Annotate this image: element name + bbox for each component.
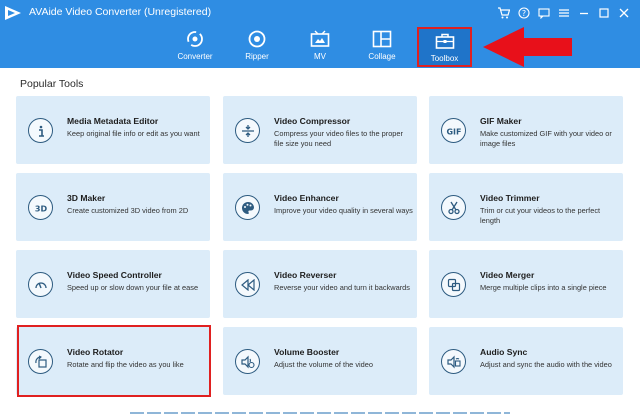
gif-icon: GIF xyxy=(441,118,466,143)
app-logo-icon xyxy=(5,6,21,20)
tool-name: Video Merger xyxy=(480,270,535,280)
menu-icon[interactable] xyxy=(555,4,572,21)
tab-label: Converter xyxy=(177,52,213,61)
tab-converter[interactable]: Converter xyxy=(167,29,223,67)
tool-description: Make customized GIF with your video or i… xyxy=(480,129,612,148)
tool-description: Improve your video quality in several wa… xyxy=(274,206,413,215)
tool-card-volume-booster[interactable]: Volume Booster Adjust the volume of the … xyxy=(223,327,417,395)
scissors-icon xyxy=(441,195,466,220)
tool-description: Create customized 3D video from 2D xyxy=(67,206,189,215)
tool-name: Video Trimmer xyxy=(480,193,540,203)
section-title: Popular Tools xyxy=(20,78,84,90)
tab-label: Toolbox xyxy=(430,54,459,63)
tool-description: Compress your video files to the proper … xyxy=(274,129,403,148)
tab-label: Collage xyxy=(368,52,396,61)
window-controls: ? xyxy=(492,4,632,21)
3d-icon: 3D xyxy=(28,195,53,220)
tool-description: Speed up or slow down your file at ease xyxy=(67,283,199,292)
tool-card-video-reverser[interactable]: Video Reverser Reverse your video and tu… xyxy=(223,250,417,318)
speedometer-icon xyxy=(28,272,53,297)
tool-description: Keep original file info or edit as you w… xyxy=(67,129,200,138)
tool-name: Video Reverser xyxy=(274,270,337,280)
help-icon[interactable]: ? xyxy=(515,4,532,21)
svg-text:?: ? xyxy=(521,9,525,18)
tool-card-media-metadata-editor[interactable]: Media Metadata Editor Keep original file… xyxy=(16,96,210,164)
compress-icon xyxy=(235,118,260,143)
ripper-icon xyxy=(246,29,268,49)
tool-name: Volume Booster xyxy=(274,347,340,357)
svg-text:GIF: GIF xyxy=(446,127,461,136)
tool-description: Adjust and sync the audio with the video xyxy=(480,360,612,369)
maximize-icon[interactable] xyxy=(595,4,612,21)
annotation-arrow-icon xyxy=(483,27,572,67)
tab-label: Ripper xyxy=(245,52,269,61)
merge-icon xyxy=(441,272,466,297)
feedback-icon[interactable] xyxy=(535,4,552,21)
tool-card-video-speed-controller[interactable]: Video Speed Controller Speed up or slow … xyxy=(16,250,210,318)
tool-description: Trim or cut your videos to the perfect l… xyxy=(480,206,601,225)
tool-description: Reverse your video and turn it backwards xyxy=(274,283,410,292)
svg-text:3D: 3D xyxy=(34,204,47,213)
tool-card-audio-sync[interactable]: Audio Sync Adjust and sync the audio wit… xyxy=(429,327,623,395)
tab-collage[interactable]: Collage xyxy=(354,29,410,67)
cart-icon[interactable] xyxy=(495,4,512,21)
tool-name: Audio Sync xyxy=(480,347,528,357)
palette-icon xyxy=(235,195,260,220)
volume-icon xyxy=(235,349,260,374)
audio-sync-icon xyxy=(441,349,466,374)
tool-card-video-merger[interactable]: Video Merger Merge multiple clips into a… xyxy=(429,250,623,318)
tab-toolbox[interactable]: Toolbox xyxy=(417,27,472,67)
tab-ripper[interactable]: Ripper xyxy=(229,29,285,67)
bottom-edge-line xyxy=(130,412,510,414)
tool-name: Video Enhancer xyxy=(274,193,339,203)
tool-name: Media Metadata Editor xyxy=(67,116,159,126)
tool-name: Video Compressor xyxy=(274,116,351,126)
tool-card-video-compressor[interactable]: Video Compressor Compress your video fil… xyxy=(223,96,417,164)
tool-card-video-enhancer[interactable]: Video Enhancer Improve your video qualit… xyxy=(223,173,417,241)
rewind-icon xyxy=(235,272,260,297)
tool-card-video-trimmer[interactable]: Video Trimmer Trim or cut your videos to… xyxy=(429,173,623,241)
tool-card-gif-maker[interactable]: GIF GIF Maker Make customized GIF with y… xyxy=(429,96,623,164)
tool-name: Video Speed Controller xyxy=(67,270,162,280)
converter-icon xyxy=(184,29,206,49)
collage-icon xyxy=(371,29,393,49)
window-title: AVAide Video Converter (Unregistered) xyxy=(29,6,212,18)
annotation-highlight-box xyxy=(17,325,211,397)
tab-label: MV xyxy=(314,52,326,61)
tool-card-3d-maker[interactable]: 3D 3D Maker Create customized 3D video f… xyxy=(16,173,210,241)
tool-name: GIF Maker xyxy=(480,116,522,126)
info-icon xyxy=(28,118,53,143)
tab-mv[interactable]: MV xyxy=(292,29,348,67)
tool-description: Merge multiple clips into a single piece xyxy=(480,283,607,292)
toolbox-icon xyxy=(434,31,456,51)
minimize-icon[interactable] xyxy=(575,4,592,21)
tool-name: 3D Maker xyxy=(67,193,106,203)
close-icon[interactable] xyxy=(615,4,632,21)
mv-icon xyxy=(309,29,331,49)
tool-description: Adjust the volume of the video xyxy=(274,360,374,369)
